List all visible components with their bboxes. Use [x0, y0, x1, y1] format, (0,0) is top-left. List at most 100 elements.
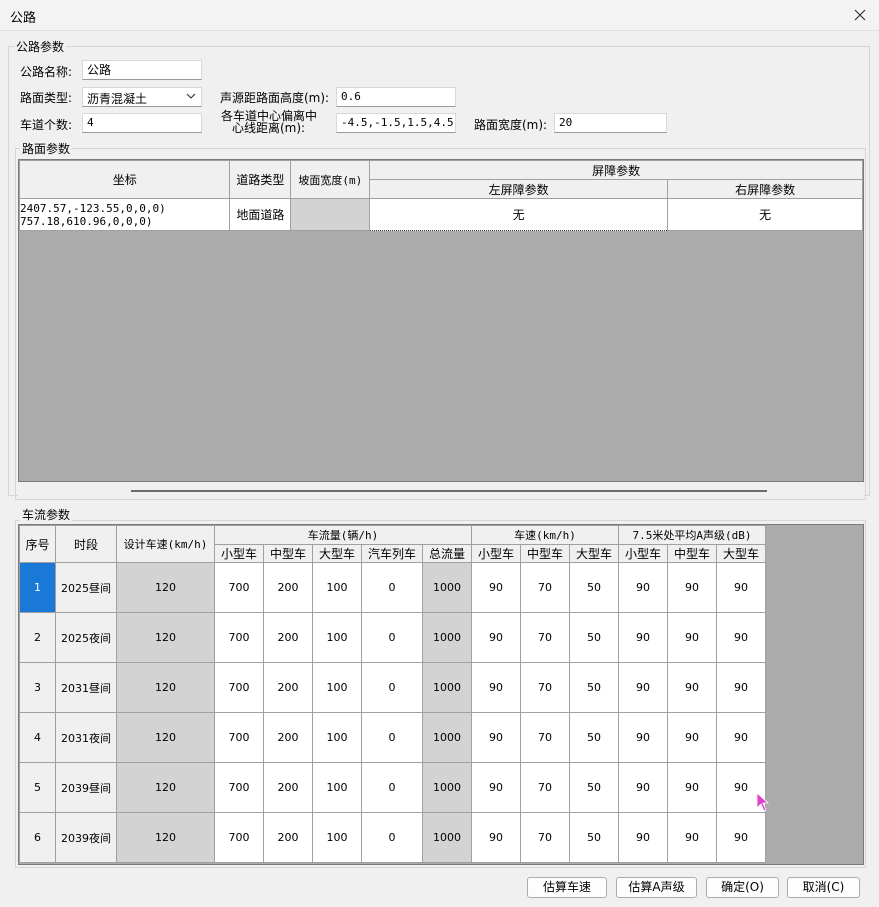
- traffic-grid[interactable]: 序号 时段 设计车速(km/h) 车流量(辆/h) 车速(km/h) 7.5米处…: [18, 524, 864, 865]
- road-params-title: 公路参数: [14, 38, 67, 55]
- flow-small-cell[interactable]: 700: [214, 762, 264, 813]
- flow-total-cell: 1000: [422, 762, 472, 813]
- table-row[interactable]: 1 2025昼间 120 700 200 100 0 1000 90 70 50 90 90 90: [19, 562, 766, 613]
- noise-small-cell[interactable]: 90: [618, 812, 668, 863]
- close-icon[interactable]: [849, 4, 871, 26]
- estimate-speed-button[interactable]: 估算车速: [527, 877, 607, 898]
- road-name-input[interactable]: 公路: [82, 60, 202, 80]
- period-cell[interactable]: 2025夜间: [55, 612, 117, 663]
- speed-medium-cell[interactable]: 70: [520, 612, 570, 663]
- ok-button[interactable]: 确定(O): [706, 877, 779, 898]
- header-speed: 车速(km/h): [471, 525, 619, 545]
- noise-medium-cell[interactable]: 90: [667, 662, 717, 713]
- window-title: 公路: [10, 11, 37, 26]
- flow-large-cell[interactable]: 100: [312, 812, 362, 863]
- estimate-noise-button[interactable]: 估算A声级: [616, 877, 697, 898]
- table-row[interactable]: 4 2031夜间 120 700 200 100 0 1000 90 70 50 90 90 90: [19, 712, 766, 763]
- speed-large-cell[interactable]: 50: [569, 812, 619, 863]
- flow-medium-cell[interactable]: 200: [263, 562, 313, 613]
- coords-cell[interactable]: 2407.57,-123.55,0,0,0) 757.18,610.96,0,0…: [19, 198, 231, 231]
- flow-large-cell[interactable]: 100: [312, 562, 362, 613]
- road-type-cell[interactable]: 地面道路: [229, 198, 292, 231]
- flow-small-cell[interactable]: 700: [214, 662, 264, 713]
- speed-medium-cell[interactable]: 70: [520, 812, 570, 863]
- flow-train-cell[interactable]: 0: [361, 712, 423, 763]
- noise-small-cell[interactable]: 90: [618, 562, 668, 613]
- source-height-input[interactable]: 0.6: [336, 87, 456, 107]
- noise-small-cell[interactable]: 90: [618, 712, 668, 763]
- flow-medium-cell[interactable]: 200: [263, 712, 313, 763]
- flow-large-cell[interactable]: 100: [312, 762, 362, 813]
- speed-medium-cell[interactable]: 70: [520, 662, 570, 713]
- noise-medium-cell[interactable]: 90: [667, 812, 717, 863]
- flow-train-cell[interactable]: 0: [361, 812, 423, 863]
- table-row[interactable]: 5 2039昼间 120 700 200 100 0 1000 90 70 50 90 90 90: [19, 762, 766, 813]
- flow-medium-cell[interactable]: 200: [263, 812, 313, 863]
- noise-large-cell[interactable]: 90: [716, 712, 766, 763]
- lane-offset-input[interactable]: -4.5,-1.5,1.5,4.5: [336, 113, 456, 133]
- speed-small-cell[interactable]: 90: [471, 812, 521, 863]
- flow-large-cell[interactable]: 100: [312, 712, 362, 763]
- header-period: 时段: [55, 525, 117, 563]
- noise-medium-cell[interactable]: 90: [667, 612, 717, 663]
- speed-medium-cell[interactable]: 70: [520, 562, 570, 613]
- noise-medium-cell[interactable]: 90: [667, 562, 717, 613]
- table-row[interactable]: 2 2025夜间 120 700 200 100 0 1000 90 70 50 90 90 90: [19, 612, 766, 663]
- flow-train-cell[interactable]: 0: [361, 562, 423, 613]
- lanes-input[interactable]: 4: [82, 113, 202, 133]
- flow-medium-cell[interactable]: 200: [263, 612, 313, 663]
- horizontal-scrollbar[interactable]: [18, 482, 864, 499]
- noise-large-cell[interactable]: 90: [716, 612, 766, 663]
- noise-medium-cell[interactable]: 90: [667, 712, 717, 763]
- flow-large-cell[interactable]: 100: [312, 662, 362, 713]
- header-flow-medium: 中型车: [263, 544, 313, 563]
- speed-small-cell[interactable]: 90: [471, 662, 521, 713]
- period-cell[interactable]: 2031夜间: [55, 712, 117, 763]
- noise-small-cell[interactable]: 90: [618, 762, 668, 813]
- period-cell[interactable]: 2031昼间: [55, 662, 117, 713]
- speed-small-cell[interactable]: 90: [471, 612, 521, 663]
- noise-large-cell[interactable]: 90: [716, 812, 766, 863]
- speed-large-cell[interactable]: 50: [569, 562, 619, 613]
- speed-small-cell[interactable]: 90: [471, 762, 521, 813]
- left-barrier-cell[interactable]: 无: [369, 198, 669, 231]
- flow-train-cell[interactable]: 0: [361, 612, 423, 663]
- noise-small-cell[interactable]: 90: [618, 612, 668, 663]
- speed-small-cell[interactable]: 90: [471, 562, 521, 613]
- period-cell[interactable]: 2039夜间: [55, 812, 117, 863]
- flow-medium-cell[interactable]: 200: [263, 662, 313, 713]
- header-noise: 7.5米处平均A声级(dB): [618, 525, 766, 545]
- road-width-input[interactable]: 20: [554, 113, 667, 133]
- speed-large-cell[interactable]: 50: [569, 662, 619, 713]
- table-row[interactable]: 6 2039夜间 120 700 200 100 0 1000 90 70 50 90 90 90: [19, 812, 766, 863]
- surface-type-select[interactable]: 沥青混凝土: [82, 87, 202, 107]
- flow-train-cell[interactable]: 0: [361, 762, 423, 813]
- flow-large-cell[interactable]: 100: [312, 612, 362, 663]
- period-cell[interactable]: 2039昼间: [55, 762, 117, 813]
- cancel-button[interactable]: 取消(C): [787, 877, 860, 898]
- noise-large-cell[interactable]: 90: [716, 662, 766, 713]
- scrollbar-thumb[interactable]: [131, 490, 767, 492]
- speed-large-cell[interactable]: 50: [569, 712, 619, 763]
- noise-small-cell[interactable]: 90: [618, 662, 668, 713]
- header-flow-large: 大型车: [312, 544, 362, 563]
- period-cell[interactable]: 2025昼间: [55, 562, 117, 613]
- flow-small-cell[interactable]: 700: [214, 612, 264, 663]
- surface-grid[interactable]: 坐标 道路类型 坡面宽度(m) 屏障参数 左屏障参数 右屏障参数 2407.57…: [18, 159, 864, 482]
- speed-medium-cell[interactable]: 70: [520, 762, 570, 813]
- noise-medium-cell[interactable]: 90: [667, 762, 717, 813]
- table-row[interactable]: 2407.57,-123.55,0,0,0) 757.18,610.96,0,0…: [19, 198, 863, 231]
- flow-total-cell: 1000: [422, 612, 472, 663]
- right-barrier-cell[interactable]: 无: [667, 198, 863, 231]
- speed-small-cell[interactable]: 90: [471, 712, 521, 763]
- speed-large-cell[interactable]: 50: [569, 612, 619, 663]
- flow-small-cell[interactable]: 700: [214, 712, 264, 763]
- noise-large-cell[interactable]: 90: [716, 562, 766, 613]
- table-row[interactable]: 3 2031昼间 120 700 200 100 0 1000 90 70 50 90 90 90: [19, 662, 766, 713]
- flow-medium-cell[interactable]: 200: [263, 762, 313, 813]
- flow-train-cell[interactable]: 0: [361, 662, 423, 713]
- flow-small-cell[interactable]: 700: [214, 562, 264, 613]
- speed-large-cell[interactable]: 50: [569, 762, 619, 813]
- speed-medium-cell[interactable]: 70: [520, 712, 570, 763]
- flow-small-cell[interactable]: 700: [214, 812, 264, 863]
